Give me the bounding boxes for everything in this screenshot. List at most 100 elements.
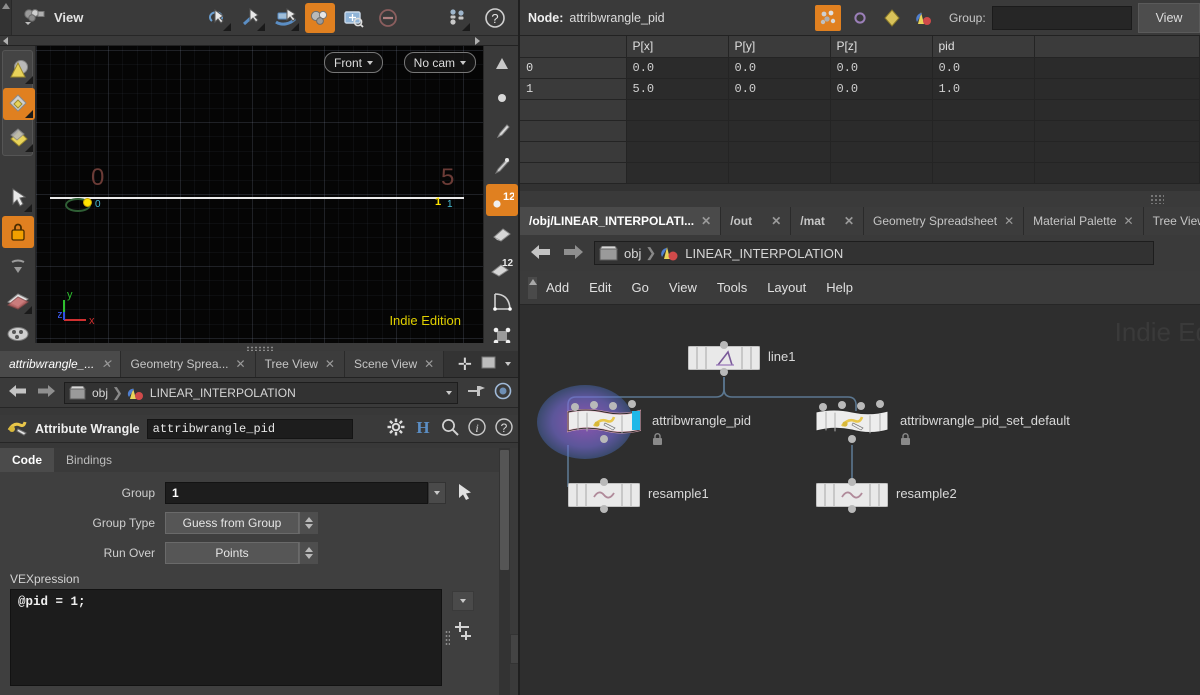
paint-button[interactable]	[486, 218, 518, 250]
tab-out[interactable]: /out ✕	[721, 207, 792, 235]
node-output-connector[interactable]	[720, 368, 728, 376]
group-type-menu[interactable]: Guess from Group	[165, 512, 299, 534]
prims-12-button[interactable]: 12	[486, 252, 518, 284]
prims-mode-toggle[interactable]	[879, 5, 905, 31]
col-header-pz[interactable]: P[z]	[830, 36, 933, 58]
close-icon[interactable]: ✕	[1124, 214, 1134, 228]
tab-material-palette[interactable]: Material Palette ✕	[1024, 207, 1144, 235]
close-icon[interactable]: ✕	[844, 214, 854, 228]
node-input-connector-3[interactable]	[876, 400, 884, 408]
table-row[interactable]	[520, 162, 1200, 184]
points-12-button[interactable]: 12	[486, 184, 518, 216]
tab-obj-linear-interpolation[interactable]: /obj/LINEAR_INTERPOLATI... ✕	[520, 207, 722, 235]
points-mode-toggle[interactable]	[814, 4, 841, 31]
close-icon[interactable]: ✕	[236, 357, 246, 371]
node-input-connector[interactable]	[848, 478, 856, 486]
breadcrumb-linear-interpolation[interactable]: LINEAR_INTERPOLATION	[127, 385, 296, 401]
menu-view[interactable]: View	[669, 280, 697, 295]
node-output-connector[interactable]	[600, 505, 608, 513]
object-mode-button[interactable]	[305, 2, 336, 33]
snapshot-button[interactable]	[339, 3, 369, 33]
node-input-connector-2[interactable]	[609, 402, 617, 410]
tab-tree-view[interactable]: Tree View	[1143, 207, 1200, 235]
point-handle-0[interactable]	[83, 198, 92, 207]
path-dropdown-icon[interactable]	[446, 390, 452, 395]
node-resample1[interactable]: resample1	[567, 478, 709, 513]
view-chip[interactable]: Front	[323, 52, 383, 73]
node-line1[interactable]: line1	[687, 341, 795, 376]
gear-icon[interactable]	[386, 417, 406, 440]
node-body[interactable]	[687, 345, 761, 371]
node-input-connector-1[interactable]	[838, 401, 846, 409]
viewport-view-menu[interactable]: View	[22, 6, 83, 29]
node-body[interactable]	[815, 409, 889, 434]
node-attribwrangle-pid-set-default[interactable]: attribwrangle_pid_set_default	[815, 400, 1070, 445]
edge-button[interactable]	[486, 286, 518, 318]
target-icon[interactable]	[494, 382, 512, 403]
parameter-scrollbar[interactable]	[499, 448, 510, 695]
material-mode-button[interactable]	[3, 54, 35, 86]
tab-attribwrangle[interactable]: attribwrangle_... ✕	[0, 351, 122, 377]
viewport-toolbar-grip[interactable]	[0, 0, 12, 35]
col-header-index[interactable]	[520, 36, 627, 58]
code-menu-button[interactable]	[452, 591, 474, 611]
disable-tool-button[interactable]	[373, 3, 403, 33]
menu-edit[interactable]: Edit	[589, 280, 611, 295]
tab-tree-view[interactable]: Tree View ✕	[255, 351, 345, 377]
table-row[interactable]	[520, 141, 1200, 163]
node-input-connector[interactable]	[720, 341, 728, 349]
left-path-field[interactable]: obj ❯ LINEAR_INTERPOLATION	[64, 381, 458, 404]
maximize-pane-icon[interactable]	[481, 356, 496, 372]
add-expression-icon[interactable]	[452, 619, 474, 644]
menu-go[interactable]: Go	[632, 280, 649, 295]
node-name-input[interactable]: attribwrangle_pid	[146, 418, 353, 439]
close-icon[interactable]: ✕	[325, 357, 335, 371]
col-header-py[interactable]: P[y]	[728, 36, 831, 58]
camera-chip[interactable]: No cam	[403, 52, 476, 73]
tab-geometry-spreadsheet[interactable]: Geometry Spreadsheet ✕	[864, 207, 1025, 235]
col-header-empty[interactable]	[1034, 36, 1200, 58]
node-output-connector[interactable]	[848, 435, 856, 443]
parm-tab-bindings[interactable]: Bindings	[54, 448, 125, 472]
back-arrow-icon[interactable]	[8, 383, 28, 402]
select-tool-button[interactable]	[203, 3, 233, 33]
node-output-connector[interactable]	[600, 435, 608, 443]
group-input[interactable]: 1	[165, 482, 428, 504]
help-icon[interactable]: ?	[494, 417, 514, 440]
close-icon[interactable]: ✕	[1004, 214, 1014, 228]
node-input-connector-1[interactable]	[590, 401, 598, 409]
pin-icon[interactable]	[466, 383, 486, 402]
brush-button[interactable]	[486, 116, 518, 148]
group-type-stepper[interactable]	[299, 512, 318, 534]
handle-tool-button[interactable]	[237, 3, 267, 33]
breadcrumb-obj[interactable]: obj	[69, 385, 108, 400]
sheets-button[interactable]	[2, 284, 34, 316]
run-over-menu[interactable]: Points	[165, 542, 299, 564]
code-resize-grip[interactable]	[442, 589, 452, 686]
node-input-connector-3[interactable]	[628, 400, 636, 408]
vexpression-editor[interactable]: @pid = 1;	[10, 589, 442, 686]
detail-mode-toggle[interactable]	[911, 5, 937, 31]
node-attribwrangle-pid[interactable]: attribwrangle_pid	[537, 385, 751, 459]
houdini-h-icon[interactable]: H	[413, 417, 433, 440]
help-button[interactable]: ?	[480, 3, 510, 33]
geometry-mode-button[interactable]	[3, 88, 35, 120]
collapse-button[interactable]	[2, 250, 34, 282]
tab-geometry-spreadsheet[interactable]: Geometry Sprea... ✕	[121, 351, 256, 377]
run-over-stepper[interactable]	[299, 542, 318, 564]
vertices-mode-toggle[interactable]	[847, 5, 873, 31]
triangle-select-button[interactable]	[486, 48, 518, 80]
lock-button[interactable]	[1, 216, 34, 248]
pane-menu-caret-icon[interactable]	[505, 362, 511, 366]
table-row[interactable]: 0 0.0 0.0 0.0 0.0	[520, 57, 1200, 79]
node-input-connector-0[interactable]	[819, 403, 827, 411]
info-icon[interactable]: i	[467, 417, 487, 440]
parm-tab-code[interactable]: Code	[0, 448, 54, 472]
group-dropdown-button[interactable]	[428, 482, 446, 504]
table-row[interactable]: 1 5.0 0.0 0.0 1.0	[520, 78, 1200, 100]
close-icon[interactable]: ✕	[101, 357, 111, 371]
primitive-mode-button[interactable]	[3, 122, 35, 154]
network-path-field[interactable]: obj ❯ LINEAR_INTERPOLATION	[594, 241, 1154, 265]
close-icon[interactable]: ✕	[701, 214, 711, 228]
close-icon[interactable]: ✕	[771, 214, 781, 228]
